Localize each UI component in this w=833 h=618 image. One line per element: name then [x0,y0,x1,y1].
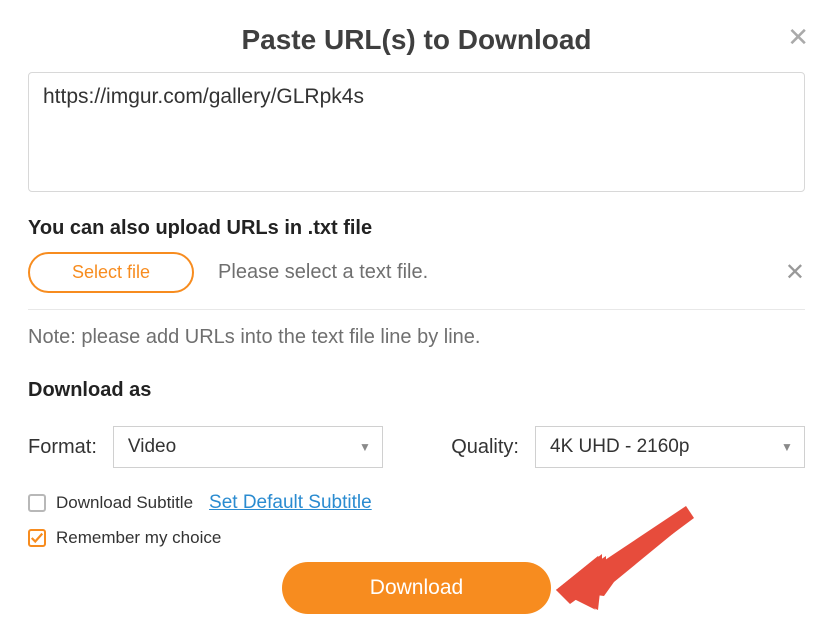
clear-file-icon[interactable]: ✕ [785,258,805,287]
quality-value: 4K UHD - 2160p [536,436,770,458]
format-value: Video [114,436,348,458]
remember-choice-label: Remember my choice [56,528,221,548]
download-button[interactable]: Download [282,562,551,614]
upload-heading: You can also upload URLs in .txt file [28,217,805,240]
download-subtitle-checkbox[interactable] [28,494,46,512]
format-label: Format: [28,436,97,459]
select-file-hint: Please select a text file. [218,261,428,284]
dialog-title: Paste URL(s) to Download [28,24,805,56]
remember-choice-checkbox[interactable] [28,529,46,547]
quality-select[interactable]: 4K UHD - 2160p ▼ [535,426,805,468]
select-file-button[interactable]: Select file [28,252,194,293]
download-as-heading: Download as [28,379,805,402]
pointer-arrow-icon [556,500,696,610]
chevron-down-icon: ▼ [770,440,804,454]
quality-label: Quality: [451,436,519,459]
download-subtitle-label: Download Subtitle [56,493,193,513]
set-default-subtitle-link[interactable]: Set Default Subtitle [209,492,372,514]
upload-note: Note: please add URLs into the text file… [28,326,805,349]
url-input[interactable] [28,72,805,192]
close-icon[interactable]: ✕ [787,24,809,50]
format-select[interactable]: Video ▼ [113,426,383,468]
chevron-down-icon: ▼ [348,440,382,454]
